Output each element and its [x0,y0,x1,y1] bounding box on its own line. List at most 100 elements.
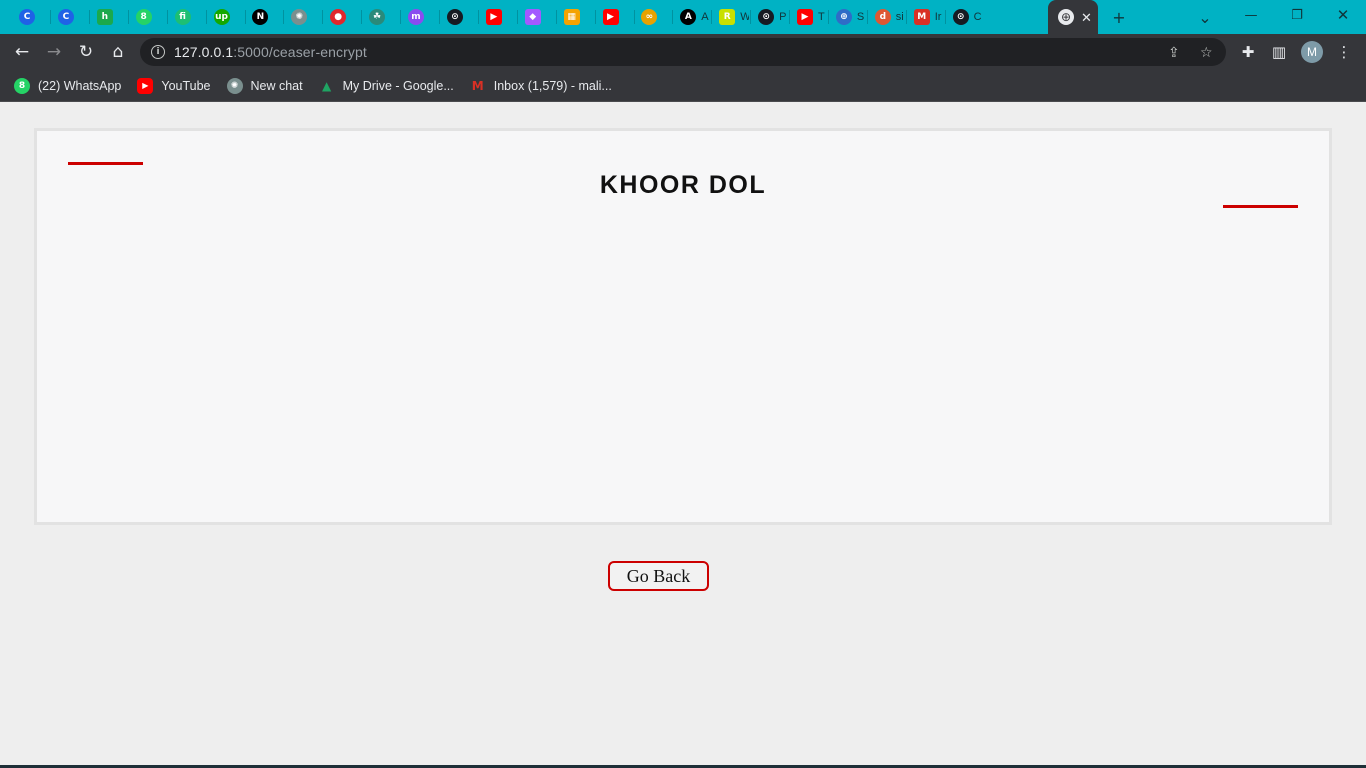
browser-tab[interactable]: ▦ [563,0,580,34]
browser-tab[interactable]: M Ir [913,0,944,34]
browser-tab[interactable]: 8 [135,0,152,34]
tab-separator [944,10,946,24]
address-bar[interactable]: i 127.0.0.1:5000/ceaser-encrypt ⇪ ☆ [140,38,1226,66]
tab-title: P [779,11,787,23]
globe-icon: ⊕ [1058,9,1074,25]
tab-separator [244,10,246,24]
tab-title: A [701,11,709,23]
restore-button[interactable]: ❐ [1274,0,1320,30]
youtube-icon: ▶ [602,9,619,25]
browser-tab[interactable]: ☘ [369,0,386,34]
browser-tab[interactable]: ∞ [641,0,658,34]
browser-tab[interactable]: ✺ [291,0,308,34]
gmail-icon: M [471,78,484,93]
browser-tab[interactable]: ▶ [602,0,619,34]
tab-title: C [973,11,982,23]
browser-tab[interactable]: ⊙ [446,0,463,34]
site-info-icon[interactable]: i [151,45,165,59]
bookmark-label: My Drive - Google... [342,78,454,93]
youtube-icon: ▶ [485,9,502,25]
reload-button[interactable]: ↻ [72,38,100,66]
bookmark-item[interactable]: ▲ My Drive - Google... [319,78,454,94]
browser-tab[interactable]: ⊙ P [758,0,788,34]
tab-title: T [818,11,825,23]
app-icon: A [680,9,697,25]
youtube-icon: ▶ [797,9,813,25]
browser-tab[interactable]: C [19,0,35,34]
chatgpt-icon: ✺ [226,77,243,94]
browser-toolbar: ← → ↻ ⌂ i 127.0.0.1:5000/ceaser-encrypt … [0,34,1366,70]
google-drive-icon: ▲ [321,78,332,93]
decorative-line-right [1223,205,1298,208]
bookmark-item[interactable]: 8 (22) WhatsApp [14,77,121,94]
tab-separator [516,10,518,24]
browser-tab[interactable]: h [96,0,113,34]
browser-tab[interactable]: ◆ [524,0,541,34]
nextjs-icon: N [252,9,269,25]
tab-separator [750,10,752,24]
close-tab-icon[interactable]: ✕ [1081,11,1092,24]
tab-separator [361,10,363,24]
browser-tab[interactable]: ▶ T [797,0,827,34]
browser-tab[interactable]: AA [680,0,710,34]
browser-tab[interactable]: up [213,0,230,34]
tab-search-icon[interactable]: ⌄ [1190,0,1220,34]
forward-button[interactable]: → [40,38,68,66]
browser-tab[interactable]: RW [719,0,749,34]
menu-icon[interactable]: ⋮ [1330,38,1358,66]
bookmark-star-icon[interactable]: ☆ [1200,45,1213,61]
tab-separator [88,10,90,24]
chatgpt-icon: ✺ [291,9,308,25]
tab-separator [711,10,713,24]
tab-separator [633,10,635,24]
tab-separator [672,10,674,24]
home-button[interactable]: ⌂ [104,38,132,66]
tab-separator [127,10,129,24]
browser-tab[interactable]: ⊙ C [952,0,983,34]
share-icon[interactable]: ⇪ [1168,45,1180,61]
bookmark-item[interactable]: ✺ New chat [226,77,303,94]
globe-icon: ⊕ [835,9,852,25]
tab-strip: C Ch 8 fi up N ✺ ● ☘ m ⊙ ▶ ◆ ▦ ▶ ∞ A A R W ⊙ P ▶ T ⊕ Sd si M Ir ⊙ C ⊕ … [0,0,1366,34]
whatsapp-icon: 8 [14,77,30,94]
browser-tab[interactable]: ● [330,0,347,34]
tab-separator [205,10,207,24]
tab-separator [283,10,285,24]
browser-tab[interactable]: d si [874,0,905,34]
close-window-button[interactable]: ✕ [1320,0,1366,30]
bookmark-item[interactable]: ▶ YouTube [137,77,211,94]
tab-separator [828,10,829,24]
back-button[interactable]: ← [8,38,36,66]
browser-tab[interactable]: ▶ [485,0,502,34]
coursera-icon: C [57,9,74,25]
browser-tab[interactable]: N [252,0,269,34]
tab-title: si [895,11,904,23]
browser-tab[interactable]: fi [174,0,191,34]
tab-separator [594,10,596,24]
side-panel-icon[interactable]: ▥ [1265,38,1293,66]
profile-avatar[interactable]: M [1301,41,1323,63]
gmail-icon: M [913,9,930,25]
url-text[interactable]: 127.0.0.1:5000/ceaser-encrypt [174,44,367,60]
upwork-icon: up [213,9,230,25]
page-content: KHOOR DOL Go Back [0,103,1366,765]
browser-tab[interactable]: C [57,0,74,34]
active-tab[interactable]: ⊕ ✕ [1048,0,1098,34]
readit-icon: R [719,9,736,25]
coursera-icon: C [19,9,35,25]
tab-separator [789,10,791,24]
hackerrank-icon: h [96,9,113,25]
tab-separator [555,10,557,24]
extensions-icon[interactable]: ✚ [1234,38,1262,66]
tab-title: W [740,11,750,23]
tab-separator [322,10,324,24]
minimize-button[interactable]: — [1228,0,1274,30]
tab-separator [50,10,51,24]
go-back-button[interactable]: Go Back [608,561,709,591]
browser-tab[interactable]: m [408,0,424,34]
tab-separator [866,10,868,24]
bookmark-item[interactable]: M Inbox (1,579) - mali... [470,78,612,94]
browser-tab[interactable]: ⊕ S [835,0,866,34]
new-tab-button[interactable]: + [1104,0,1134,34]
encrypted-result-text: KHOOR DOL [599,171,767,199]
